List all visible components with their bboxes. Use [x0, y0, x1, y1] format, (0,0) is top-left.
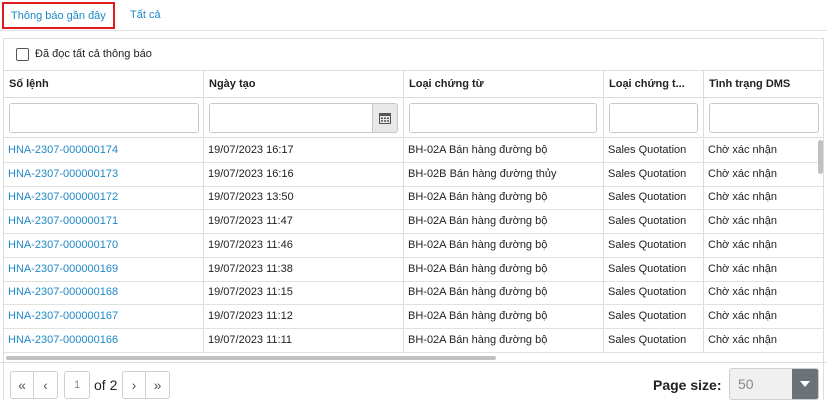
- page-number-input[interactable]: 1: [64, 371, 90, 399]
- document-category-cell: Sales Quotation: [604, 304, 704, 328]
- calendar-icon[interactable]: [372, 103, 398, 133]
- double-chevron-left-icon: «: [18, 377, 26, 393]
- document-type-cell: BH-02A Bán hàng đường bộ: [404, 186, 604, 210]
- dms-status-cell: Chờ xác nhận: [704, 329, 823, 352]
- table-row[interactable]: HNA-2307-000000173 19/07/2023 16:16 BH-02B…: [4, 162, 823, 187]
- order-number-link[interactable]: HNA-2307-000000170: [4, 233, 204, 257]
- created-date-cell: 19/07/2023 11:12: [204, 304, 404, 328]
- created-date-cell: 19/07/2023 11:47: [204, 210, 404, 234]
- order-number-link[interactable]: HNA-2307-000000169: [4, 257, 204, 281]
- order-number-link[interactable]: HNA-2307-000000168: [4, 281, 204, 305]
- created-date-cell: 19/07/2023 11:38: [204, 257, 404, 281]
- table-row[interactable]: HNA-2307-000000174 19/07/2023 16:17 BH-02A…: [4, 139, 823, 163]
- last-page-button[interactable]: »: [146, 371, 170, 399]
- filter-created-date-input[interactable]: [209, 103, 374, 133]
- dms-status-cell: Chờ xác nhận: [704, 163, 823, 186]
- order-number-link[interactable]: HNA-2307-000000172: [4, 186, 204, 210]
- table-row[interactable]: HNA-2307-000000172 19/07/2023 13:50 BH-02A…: [4, 186, 823, 211]
- column-header-dms-status[interactable]: Tình trạng DMS: [704, 71, 823, 97]
- dms-status-cell: Chờ xác nhận: [704, 258, 823, 281]
- order-number-link[interactable]: HNA-2307-000000167: [4, 304, 204, 328]
- created-date-cell: 19/07/2023 16:16: [204, 162, 404, 186]
- previous-page-button[interactable]: ‹: [34, 371, 58, 399]
- document-category-cell: Sales Quotation: [604, 186, 704, 210]
- document-type-cell: BH-02A Bán hàng đường bộ: [404, 139, 604, 162]
- dms-status-cell: Chờ xác nhận: [704, 305, 823, 328]
- dms-status-cell: Chờ xác nhận: [704, 210, 823, 233]
- document-category-cell: Sales Quotation: [604, 210, 704, 234]
- dms-status-cell: Chờ xác nhận: [704, 186, 823, 209]
- column-header-document-type[interactable]: Loại chứng từ: [404, 71, 604, 97]
- document-type-cell: BH-02A Bán hàng đường bộ: [404, 257, 604, 281]
- created-date-cell: 19/07/2023 13:50: [204, 186, 404, 210]
- document-type-cell: BH-02A Bán hàng đường bộ: [404, 210, 604, 234]
- created-date-cell: 19/07/2023 11:15: [204, 281, 404, 305]
- chevron-right-icon: ›: [131, 377, 137, 393]
- order-number-link[interactable]: HNA-2307-000000174: [4, 139, 204, 162]
- tab-bar: Thông báo gần đây Tất cả: [0, 0, 827, 31]
- filter-dms-status-input[interactable]: [709, 103, 819, 133]
- dms-status-cell: Chờ xác nhận: [704, 281, 823, 304]
- document-category-cell: Sales Quotation: [604, 328, 704, 352]
- mark-all-read[interactable]: Đã đọc tất cả thông báo: [16, 46, 152, 62]
- table-row[interactable]: HNA-2307-000000171 19/07/2023 11:47 BH-02A…: [4, 210, 823, 235]
- total-pages-label: of 2: [94, 377, 118, 393]
- grid-header: Số lệnh Ngày tạo Loại chứng từ Loại chứn…: [4, 70, 823, 98]
- page-size-select[interactable]: 50: [729, 368, 819, 400]
- document-type-cell: BH-02A Bán hàng đường bộ: [404, 304, 604, 328]
- notifications-grid: Số lệnh Ngày tạo Loại chứng từ Loại chứn…: [4, 70, 823, 360]
- created-date-cell: 19/07/2023 11:11: [204, 328, 404, 352]
- order-number-link[interactable]: HNA-2307-000000166: [4, 328, 204, 352]
- order-number-link[interactable]: HNA-2307-000000173: [4, 162, 204, 186]
- table-row[interactable]: HNA-2307-000000169 19/07/2023 11:38 BH-02A…: [4, 257, 823, 282]
- chevron-down-icon[interactable]: [792, 369, 818, 399]
- page-size-label: Page size:: [653, 377, 722, 393]
- mark-all-read-checkbox[interactable]: [16, 47, 29, 61]
- document-category-cell: Sales Quotation: [604, 162, 704, 186]
- table-row[interactable]: HNA-2307-000000167 19/07/2023 11:12 BH-02A…: [4, 304, 823, 329]
- document-type-cell: BH-02A Bán hàng đường bộ: [404, 233, 604, 257]
- filter-row: [4, 98, 823, 138]
- table-row[interactable]: HNA-2307-000000170 19/07/2023 11:46 BH-02A…: [4, 233, 823, 258]
- dms-status-cell: Chờ xác nhận: [704, 139, 823, 162]
- document-category-cell: Sales Quotation: [604, 233, 704, 257]
- document-category-cell: Sales Quotation: [604, 139, 704, 162]
- created-date-cell: 19/07/2023 16:17: [204, 139, 404, 162]
- chevron-left-icon: ‹: [43, 377, 48, 393]
- mark-all-read-label: Đã đọc tất cả thông báo: [35, 48, 152, 60]
- table-row[interactable]: HNA-2307-000000168 19/07/2023 11:15 BH-02A…: [4, 281, 823, 306]
- created-date-cell: 19/07/2023 11:46: [204, 233, 404, 257]
- page-size-value: 50: [738, 376, 754, 392]
- column-header-document-category[interactable]: Loại chứng t...: [604, 71, 704, 97]
- double-chevron-right-icon: »: [153, 377, 162, 393]
- document-category-cell: Sales Quotation: [604, 281, 704, 305]
- dms-status-cell: Chờ xác nhận: [704, 234, 823, 257]
- filter-document-type-input[interactable]: [409, 103, 597, 133]
- table-row[interactable]: HNA-2307-000000166 19/07/2023 11:11 BH-02A…: [4, 328, 823, 353]
- filter-document-category-input[interactable]: [609, 103, 698, 133]
- column-header-created-date[interactable]: Ngày tạo: [204, 71, 404, 97]
- order-number-link[interactable]: HNA-2307-000000171: [4, 210, 204, 234]
- document-category-cell: Sales Quotation: [604, 257, 704, 281]
- first-page-button[interactable]: «: [10, 371, 34, 399]
- filter-order-number-input[interactable]: [9, 103, 199, 133]
- tab-recent-notifications[interactable]: Thông báo gần đây: [2, 2, 115, 29]
- next-page-button[interactable]: ›: [122, 371, 146, 399]
- document-type-cell: BH-02B Bán hàng đường thủy: [404, 162, 604, 186]
- horizontal-scrollbar[interactable]: [6, 356, 496, 360]
- pagination-bar: « ‹ 1 of 2 › » Page size: 50: [0, 362, 827, 400]
- vertical-scrollbar[interactable]: [818, 140, 823, 174]
- column-header-order-number[interactable]: Số lệnh: [4, 71, 204, 97]
- tab-all[interactable]: Tất cả: [130, 0, 161, 31]
- document-type-cell: BH-02A Bán hàng đường bộ: [404, 281, 604, 305]
- document-type-cell: BH-02A Bán hàng đường bộ: [404, 328, 604, 352]
